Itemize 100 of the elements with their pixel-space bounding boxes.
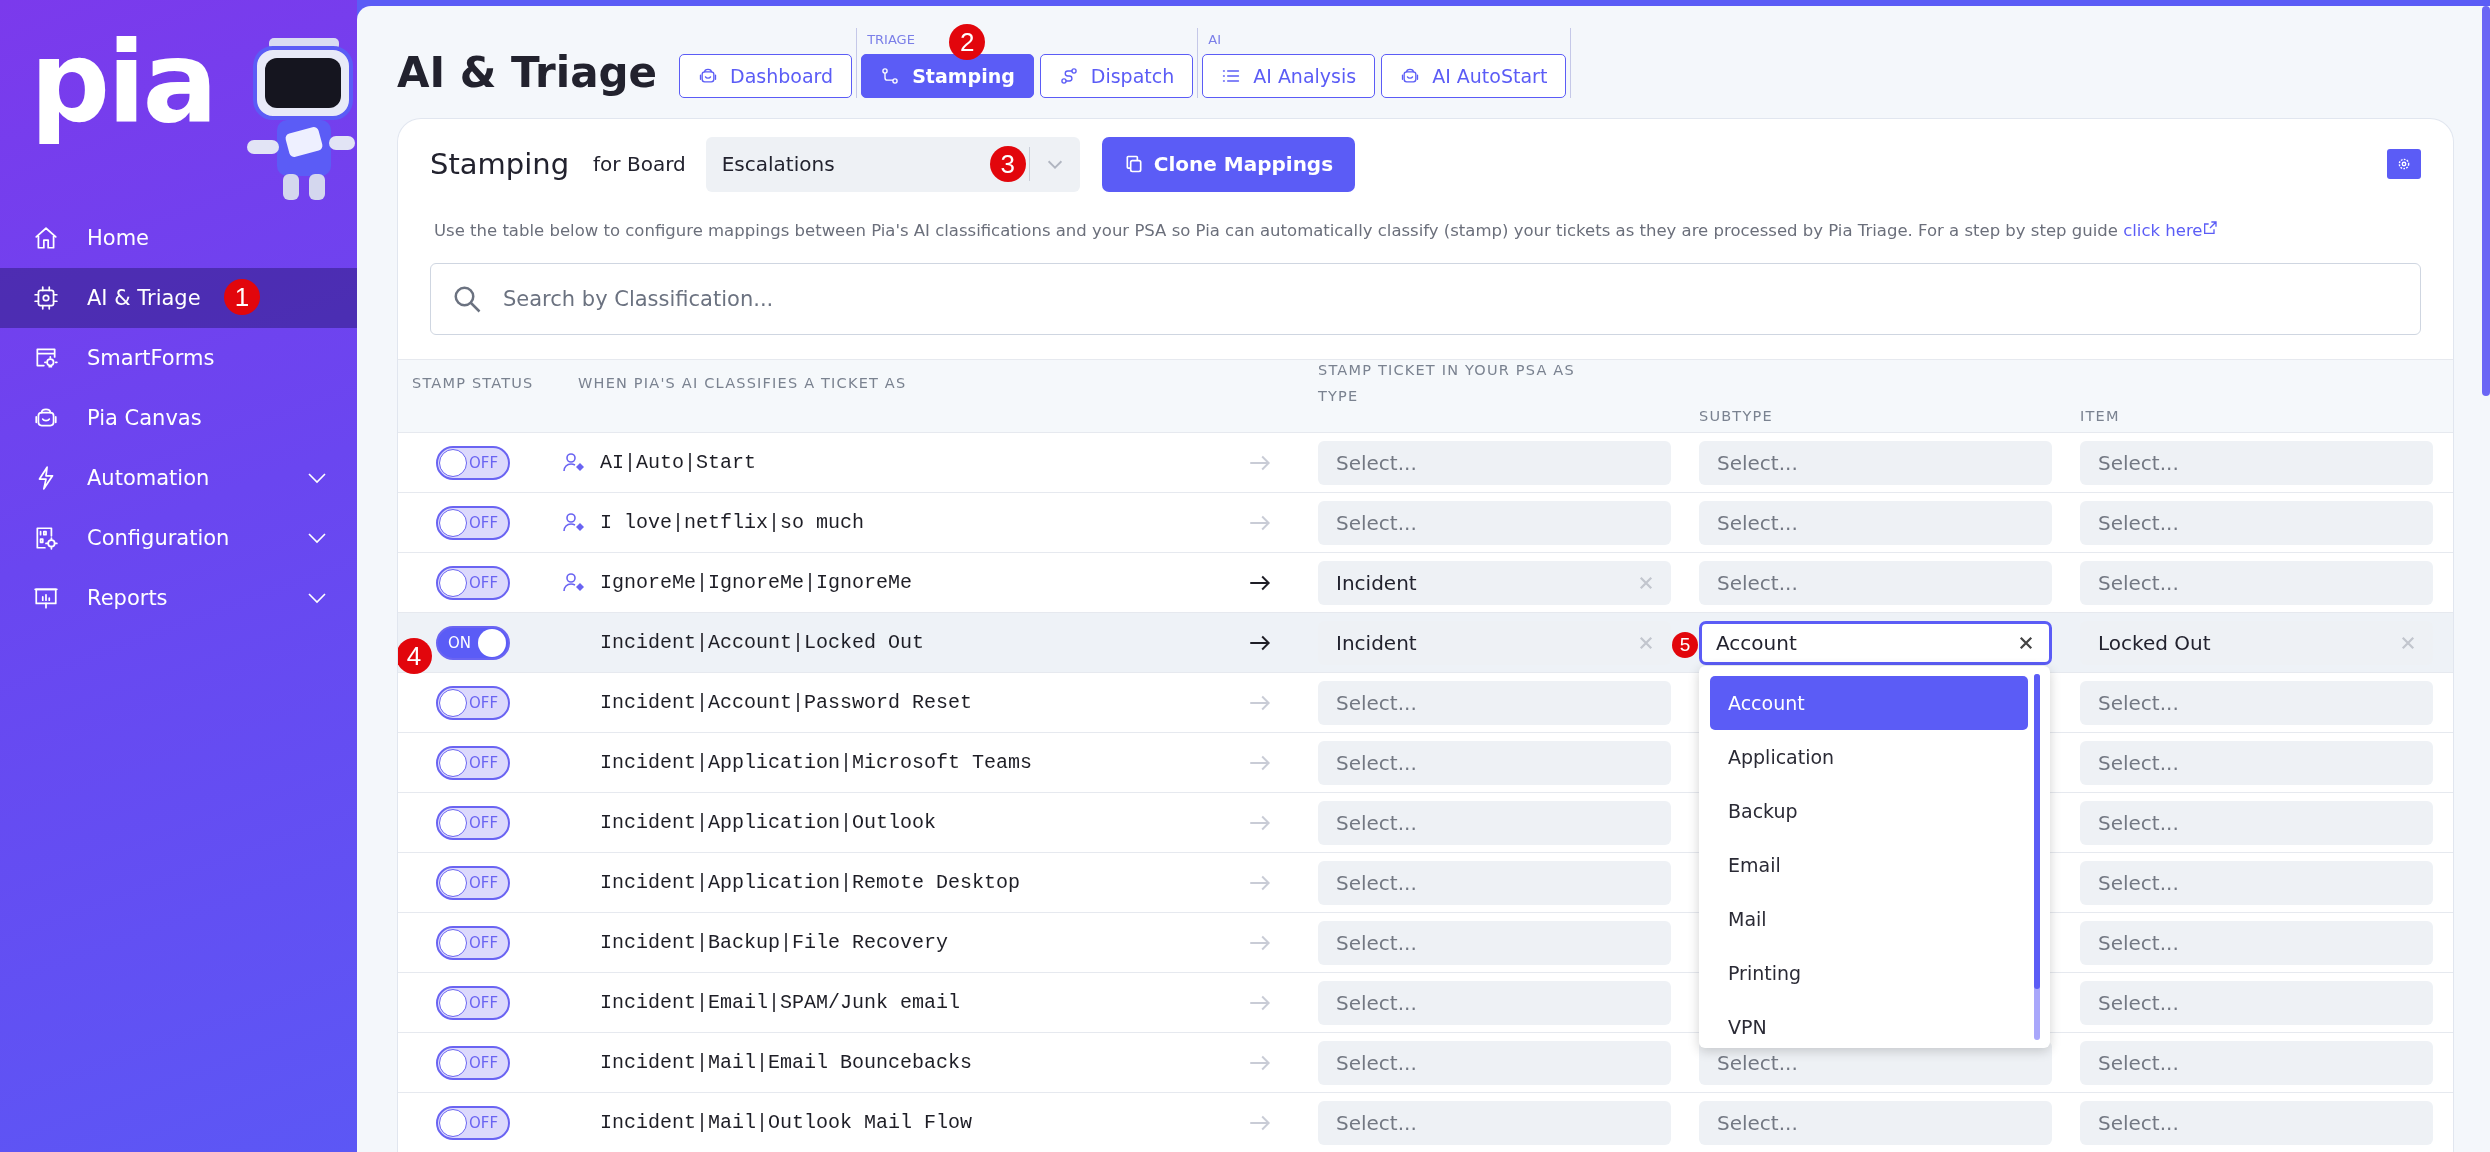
chip-icon (33, 285, 59, 311)
select-field[interactable]: Select... (1318, 440, 1671, 485)
select-field[interactable]: Select... (1318, 980, 1671, 1025)
select-field[interactable]: Select... (2080, 800, 2433, 845)
search-icon (452, 284, 482, 314)
column-header: TYPE (1318, 387, 1360, 404)
nav-item[interactable]: Automation (0, 448, 357, 508)
nav-tab[interactable]: AI AutoStart (1381, 54, 1567, 98)
select-field[interactable]: Select... (1699, 1100, 2052, 1145)
toggle-switch[interactable]: OFF (436, 745, 510, 780)
board-label: for Board (593, 152, 686, 176)
select-field[interactable]: Select... (2080, 440, 2433, 485)
select-field[interactable]: Select... (1699, 440, 2052, 485)
toggle-switch[interactable]: OFF (436, 1045, 510, 1080)
select-field[interactable]: Select... (1318, 680, 1671, 725)
nav-item[interactable]: AI & Triage 1 (0, 268, 357, 328)
select-field[interactable]: Select... (2080, 920, 2433, 965)
external-link-icon (2202, 220, 2219, 236)
select-field[interactable]: Select... (1699, 560, 2052, 605)
card-title: Stamping (430, 147, 570, 181)
toggle-switch[interactable]: ON (436, 625, 510, 660)
select-field[interactable]: Select... (2080, 1040, 2433, 1085)
classification-text: Incident|Application|Outlook (599, 811, 938, 834)
page-title: AI & Triage (397, 52, 658, 98)
guide-link[interactable]: click here (2123, 221, 2219, 240)
classification-text: Incident|Mail|Outlook Mail Flow (599, 1111, 974, 1134)
logo: pia (30, 16, 216, 149)
settings-button[interactable] (2387, 149, 2421, 179)
home-icon (33, 225, 59, 251)
classification-text: Incident|Application|Microsoft Teams (599, 751, 1034, 774)
classification-text: IgnoreMe|IgnoreMe|IgnoreMe (599, 571, 914, 594)
nav-item[interactable]: Reports (0, 568, 357, 628)
classification-text: Incident|Application|Remote Desktop (599, 871, 1022, 894)
select-field[interactable]: Select... (1318, 800, 1671, 845)
toggle-switch[interactable]: OFF (436, 685, 510, 720)
select-field[interactable]: Select... (2080, 740, 2433, 785)
column-header: ITEM (2079, 408, 2121, 426)
dispatch-icon (1058, 66, 1079, 86)
config-icon (33, 525, 59, 551)
column-header: WHEN PIA'S AI CLASSIFIES A TICKET AS (577, 374, 908, 391)
toggle-switch[interactable]: OFF (436, 505, 510, 540)
group-label: AI (1208, 32, 1221, 49)
select-field[interactable]: Select... (1699, 500, 2052, 545)
toggle-switch[interactable]: OFF (436, 985, 510, 1020)
select-field[interactable]: Select... (1318, 920, 1671, 965)
select-field[interactable]: Select... (2080, 500, 2433, 545)
form-icon (33, 345, 59, 371)
nav-tab[interactable]: Stamping (861, 54, 1034, 98)
description-text: Use the table below to configure mappings between Pia's AI classifications and your PSA so Pia can automatically classify (stamp) your tickets as they are processed by Pia Triage. For a step by step guide click here (398, 209, 2453, 253)
callout-badge: 2 (949, 24, 986, 60)
nav-item[interactable]: Configuration (0, 508, 357, 568)
select-field[interactable]: Select... (2080, 860, 2433, 905)
board-select[interactable]: Escalations 3 (705, 136, 1080, 192)
classification-text: Incident|Backup|File Recovery (599, 931, 950, 954)
dropdown-option[interactable]: Email (1710, 838, 2028, 892)
nav-tab[interactable]: AI Analysis (1202, 54, 1376, 98)
select-field[interactable]: Incident (1318, 560, 1671, 605)
scrollbar[interactable] (2034, 674, 2040, 1040)
select-field[interactable]: Select... (2080, 1100, 2433, 1145)
column-group-header: STAMP TICKET IN YOUR PSA AS (1318, 361, 1576, 378)
callout-badge: 3 (989, 145, 1026, 182)
clone-button[interactable]: Clone Mappings (1101, 136, 1356, 192)
select-field[interactable]: Select... (2080, 680, 2433, 725)
dropdown-option[interactable]: Application (1710, 730, 2028, 784)
toggle-switch[interactable]: OFF (436, 1105, 510, 1140)
select-field[interactable]: Select... (2080, 980, 2433, 1025)
classification-text: AI|Auto|Start (599, 451, 758, 474)
dropdown-option[interactable]: Backup (1710, 784, 2028, 838)
search-field[interactable]: Search by Classification... (430, 263, 2421, 335)
column-header: STAMP STATUS (411, 374, 535, 391)
select-field[interactable]: Account (1699, 620, 2052, 665)
settings-icon (2397, 157, 2411, 171)
classification-text: Incident|Email|SPAM/Junk email (599, 991, 962, 1014)
toggle-switch[interactable]: OFF (436, 925, 510, 960)
toggle-switch[interactable]: OFF (436, 445, 510, 480)
robot-icon (698, 66, 719, 86)
nav-item[interactable]: Home (0, 208, 357, 268)
select-field[interactable]: Select... (1318, 1100, 1671, 1145)
route-icon (880, 66, 901, 86)
nav-item[interactable]: Pia Canvas (0, 388, 357, 448)
group-label: TRIAGE (867, 32, 915, 49)
callout-badge: 4 (398, 637, 432, 674)
select-field[interactable]: Select... (1318, 1040, 1671, 1085)
toggle-switch[interactable]: OFF (436, 805, 510, 840)
callout-badge: 5 (1672, 631, 1698, 658)
select-field[interactable]: Select... (1318, 500, 1671, 545)
nav-item[interactable]: SmartForms (0, 328, 357, 388)
dropdown-option[interactable]: Printing (1710, 946, 2028, 1000)
classification-text: Incident|Mail|Email Bouncebacks (599, 1051, 974, 1074)
select-field[interactable]: Select... (2080, 560, 2433, 605)
toggle-switch[interactable]: OFF (436, 565, 510, 600)
classification-text: I love|netflix|so much (599, 511, 866, 534)
dropdown-option[interactable]: Account (1710, 676, 2028, 730)
scrollbar[interactable] (2482, 6, 2490, 396)
nav-tab[interactable]: Dispatch (1039, 54, 1194, 98)
select-field[interactable]: Select... (1318, 740, 1671, 785)
dropdown-option[interactable]: Mail (1710, 892, 2028, 946)
nav-tab[interactable]: Dashboard (679, 54, 853, 98)
toggle-switch[interactable]: OFF (436, 865, 510, 900)
select-field[interactable]: Select... (1318, 860, 1671, 905)
